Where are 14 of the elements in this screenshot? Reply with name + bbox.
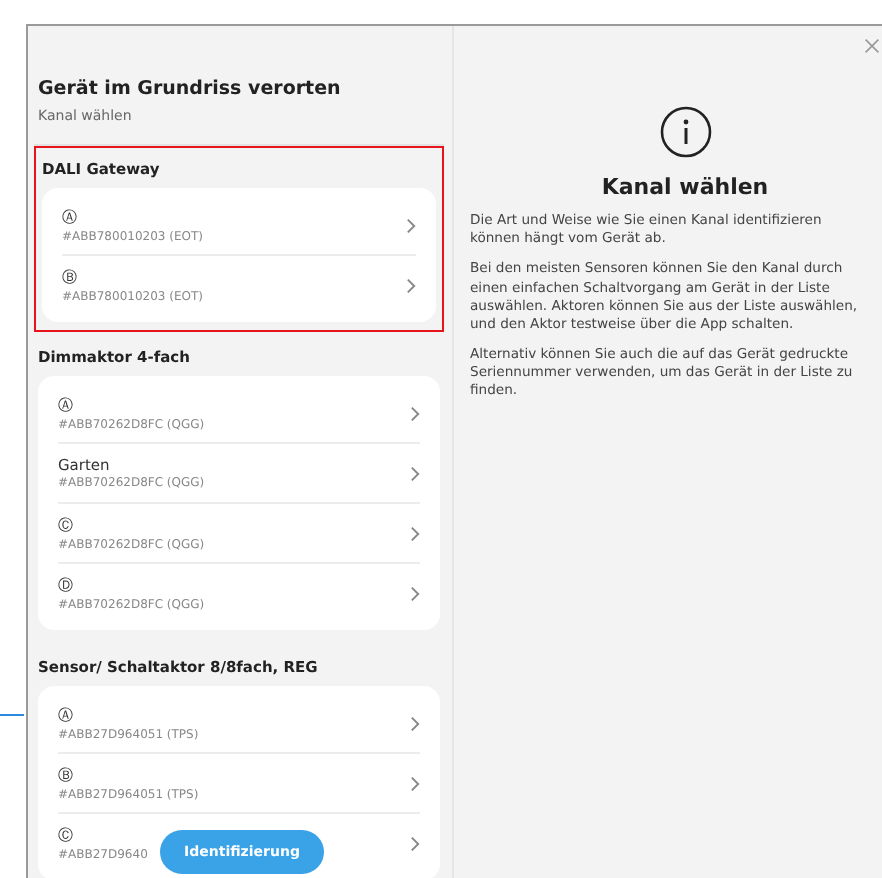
info-heading: Kanal wählen <box>601 174 769 200</box>
info-icon <box>659 106 711 158</box>
chevron-icon <box>406 277 416 293</box>
chevron-icon <box>410 835 420 851</box>
chevron-icon <box>410 715 420 731</box>
close-icon[interactable] <box>864 38 880 54</box>
chevron-icon <box>410 585 420 601</box>
annotation-line <box>0 714 24 716</box>
chevron-icon <box>410 465 420 481</box>
chevron-icon <box>410 405 420 421</box>
chevron-icon <box>406 217 416 233</box>
chevron-icon <box>410 525 420 541</box>
dialog-title: Gerät im Grundriss verorten <box>38 78 343 100</box>
chevron-icon <box>410 775 420 791</box>
